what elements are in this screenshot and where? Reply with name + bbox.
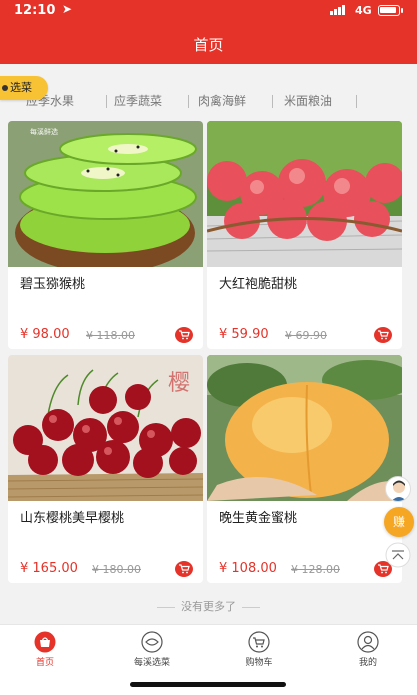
svg-text:樱: 樱 <box>168 371 190 396</box>
cart-icon <box>179 330 190 340</box>
tab-vegetable[interactable]: 每溪选菜 <box>112 631 192 668</box>
user-icon <box>357 631 379 653</box>
product-name: 大红袍脆甜桃 <box>219 277 298 292</box>
page-title: 首页 <box>193 36 224 54</box>
add-to-cart-button[interactable] <box>374 327 392 343</box>
product-card[interactable]: 樱 山东樱桃美早樱桃 ¥ 165.00 ¥ 180.00 <box>8 355 203 583</box>
badge-dot-icon <box>2 85 8 91</box>
category-tab-meat[interactable]: 肉禽海鲜 <box>198 92 246 109</box>
product-original-price: ¥ 180.00 <box>92 563 141 576</box>
back-to-top-button[interactable] <box>385 542 411 568</box>
tab-home-label: 首页 <box>35 658 54 668</box>
product-price: ¥ 59.90 <box>219 327 269 342</box>
no-more-indicator: 没有更多了 <box>0 598 417 614</box>
battery-icon <box>378 5 400 16</box>
category-tab-vegetable[interactable]: 应季蔬菜 <box>114 92 162 109</box>
product-image-cherry: 樱 <box>8 355 203 501</box>
cart-icon <box>179 564 190 574</box>
home-bag-icon <box>34 631 56 653</box>
product-card[interactable]: 晚生黄金蜜桃 ¥ 108.00 ¥ 128.00 <box>207 355 402 583</box>
tab-divider <box>106 95 107 108</box>
signal-icon <box>330 5 348 15</box>
brand-watermark: 每溪鲜选 <box>30 128 58 136</box>
tab-divider <box>272 95 273 108</box>
product-name: 晚生黄金蜜桃 <box>219 511 298 526</box>
cart-icon <box>248 631 270 653</box>
product-name: 山东樱桃美早樱桃 <box>20 511 125 526</box>
tab-mine-label: 我的 <box>358 658 377 668</box>
category-bar: 应季水果 应季蔬菜 肉禽海鲜 米面粮油 选菜 <box>0 72 417 116</box>
category-tabs: 应季水果 应季蔬菜 肉禽海鲜 米面粮油 <box>26 92 406 112</box>
tab-divider <box>356 95 357 108</box>
tab-cart[interactable]: 购物车 <box>219 631 299 668</box>
add-to-cart-button[interactable] <box>175 327 193 343</box>
status-time: 12:10 <box>14 3 56 18</box>
category-tab-grain[interactable]: 米面粮油 <box>284 92 332 109</box>
select-veg-badge[interactable]: 选菜 <box>0 76 48 100</box>
status-bar: 12:10 ➤ 4G <box>0 0 417 22</box>
product-card[interactable]: 大红袍脆甜桃 ¥ 59.90 ¥ 69.90 <box>207 121 402 349</box>
home-indicator <box>130 682 286 687</box>
tab-divider <box>188 95 189 108</box>
nav-bar: 首页 <box>0 22 417 64</box>
product-name: 碧玉猕猴桃 <box>20 277 86 292</box>
vegetable-icon <box>141 631 163 653</box>
no-more-text: 没有更多了 <box>181 600 236 613</box>
product-price: ¥ 165.00 <box>20 561 78 576</box>
product-image-golden-peach <box>207 355 402 501</box>
back-to-top-icon <box>385 542 411 568</box>
tab-vegetable-label: 每溪选菜 <box>133 658 170 668</box>
earn-button[interactable]: 赚 <box>384 507 414 537</box>
service-avatar-button[interactable] <box>385 476 411 502</box>
location-arrow-icon: ➤ <box>62 2 73 16</box>
product-card[interactable]: 每溪鲜选 碧玉猕猴桃 ¥ 98.00 ¥ 118.00 <box>8 121 203 349</box>
product-image-peach <box>207 121 402 267</box>
network-type: 4G <box>355 4 372 17</box>
product-price: ¥ 108.00 <box>219 561 277 576</box>
cart-icon <box>378 330 389 340</box>
product-original-price: ¥ 69.90 <box>285 329 327 342</box>
add-to-cart-button[interactable] <box>175 561 193 577</box>
product-image-kiwi: 每溪鲜选 <box>8 121 203 267</box>
tab-home[interactable]: 首页 <box>5 631 85 668</box>
product-original-price: ¥ 128.00 <box>291 563 340 576</box>
tab-mine[interactable]: 我的 <box>328 631 408 668</box>
product-price: ¥ 98.00 <box>20 327 70 342</box>
product-original-price: ¥ 118.00 <box>86 329 135 342</box>
avatar-icon <box>391 480 407 501</box>
tab-cart-label: 购物车 <box>245 658 273 668</box>
badge-label: 选菜 <box>10 81 32 94</box>
